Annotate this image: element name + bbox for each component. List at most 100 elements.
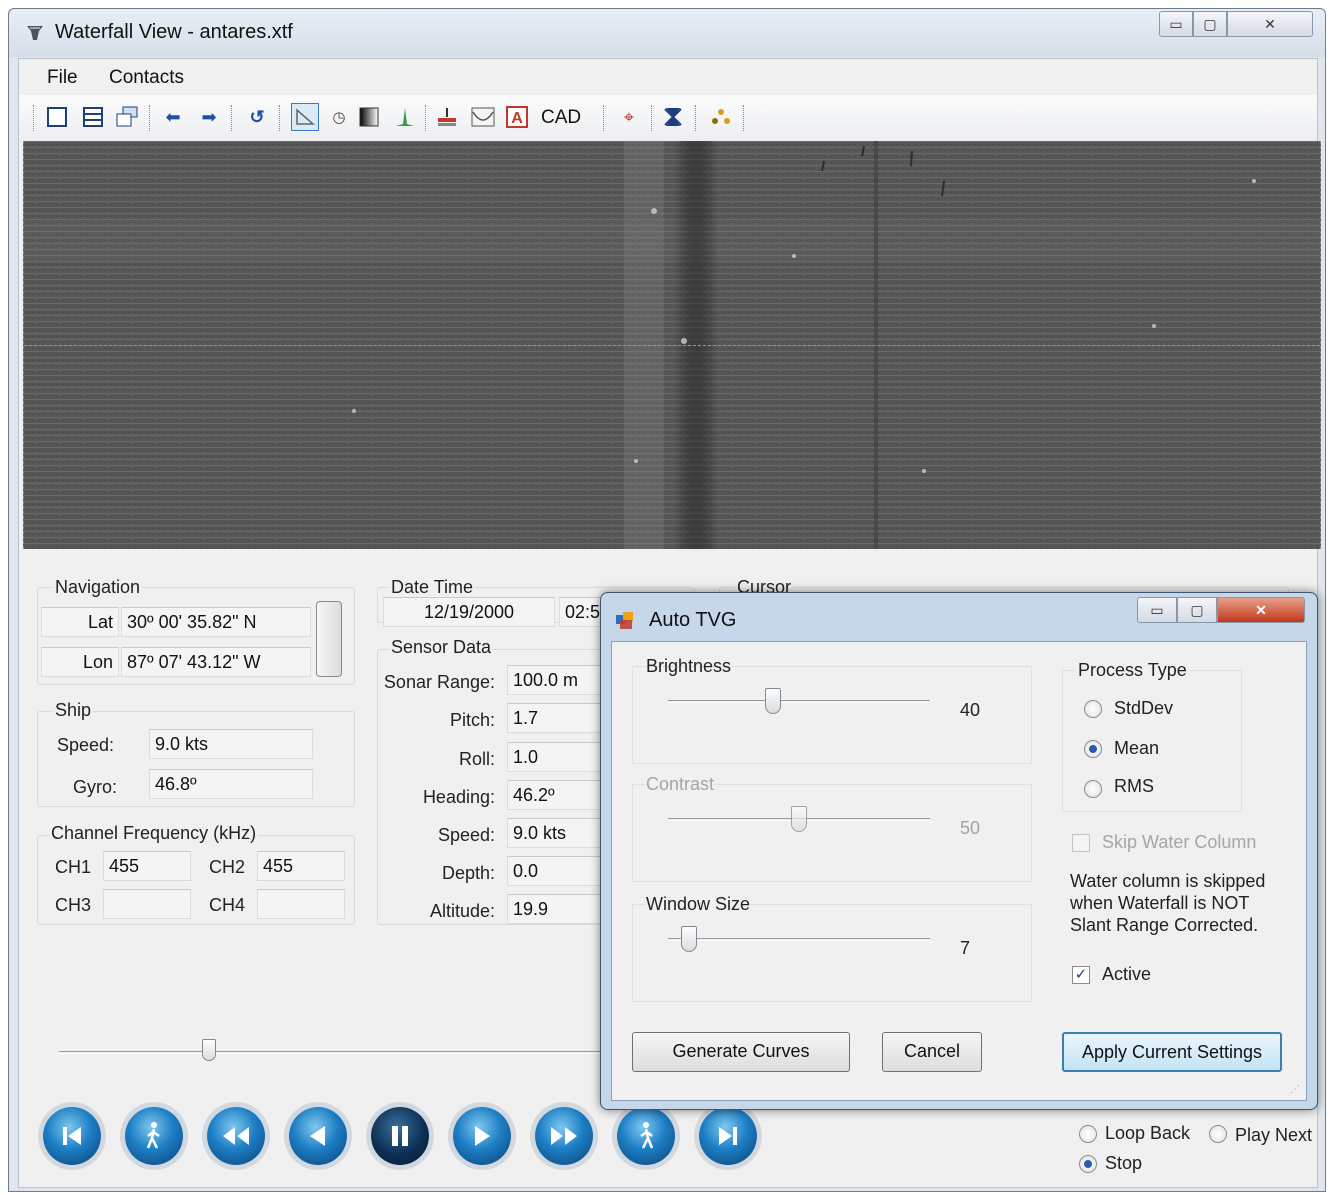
skip-water-column-label: Skip Water Column xyxy=(1102,832,1257,852)
toolbar-separator xyxy=(279,105,280,131)
dialog-close-button[interactable]: ✕ xyxy=(1217,597,1305,623)
window-size-slider-thumb[interactable] xyxy=(680,926,697,952)
brightness-label: Brightness xyxy=(646,656,732,676)
ch1-value: 455 xyxy=(103,851,191,881)
toolbar-separator xyxy=(149,105,150,131)
altitude-label: Altitude: xyxy=(429,901,495,921)
slant-range-icon[interactable] xyxy=(291,103,319,131)
tvg-curve-icon[interactable] xyxy=(469,103,497,131)
stddev-radio[interactable] xyxy=(1084,700,1102,718)
gyro-value: 46.8º xyxy=(149,769,313,799)
toolbar-separator xyxy=(603,105,604,131)
cad-button[interactable]: CAD xyxy=(541,107,581,129)
navigation-group-label: Navigation xyxy=(53,577,143,598)
refresh-icon[interactable]: ↺ xyxy=(243,103,271,131)
playback-slider-thumb[interactable] xyxy=(202,1039,217,1061)
lon-value: 87º 07' 43.12" W xyxy=(121,647,311,677)
contacts-cluster-icon[interactable] xyxy=(707,103,735,131)
first-record-button[interactable] xyxy=(43,1107,101,1165)
split-pane-icon[interactable] xyxy=(79,103,107,131)
maximize-button[interactable]: ▢ xyxy=(1193,11,1227,37)
sonar-range-label: Sonar Range: xyxy=(383,672,495,692)
title-bar[interactable]: Waterfall View - antares.xtf ▭ ▢ ✕ xyxy=(9,9,1325,57)
cascade-windows-icon[interactable] xyxy=(113,103,141,131)
back-arrow-icon[interactable]: ⬅ xyxy=(159,103,187,131)
stop-radio[interactable] xyxy=(1079,1155,1097,1173)
play-button[interactable] xyxy=(453,1107,511,1165)
close-button[interactable]: ✕ xyxy=(1227,11,1313,37)
mean-radio[interactable] xyxy=(1084,740,1102,758)
active-label: Active xyxy=(1102,964,1152,984)
target-icon[interactable]: ⌖ xyxy=(615,103,643,131)
ship-speed-label: Speed: xyxy=(57,735,115,755)
contrast-slider-thumb xyxy=(791,806,807,832)
step-back-button[interactable] xyxy=(289,1107,347,1165)
dialog-title: Auto TVG xyxy=(649,609,737,631)
depth-label: Depth: xyxy=(441,863,495,883)
window-size-value: 7 xyxy=(960,938,971,958)
play-next-label: Play Next F xyxy=(1235,1125,1317,1145)
waterfall-display[interactable] xyxy=(23,141,1321,549)
ch2-label: CH2 xyxy=(209,857,246,877)
window-size-track[interactable] xyxy=(668,938,930,941)
window-size-group xyxy=(632,904,1032,1002)
navigation-scroll-button[interactable] xyxy=(316,601,342,677)
rewind-button[interactable] xyxy=(207,1107,265,1165)
dialog-maximize-button[interactable]: ▢ xyxy=(1177,597,1217,623)
menu-file[interactable]: File xyxy=(47,67,78,89)
toolbar-separator xyxy=(743,105,744,131)
pause-button[interactable] xyxy=(371,1107,429,1165)
forward-arrow-icon[interactable]: ➡ xyxy=(195,103,223,131)
toolbar-separator xyxy=(651,105,652,131)
window-title: Waterfall View - antares.xtf xyxy=(55,21,293,43)
dialog-minimize-button[interactable]: ▭ xyxy=(1137,597,1177,623)
resize-grip-icon[interactable]: ⋰ xyxy=(1290,1084,1300,1095)
walk-back-button[interactable] xyxy=(125,1107,183,1165)
ship-group-label: Ship xyxy=(53,700,94,721)
ship-speed-value: 9.0 kts xyxy=(149,729,313,759)
ch1-label: CH1 xyxy=(55,857,92,877)
pitch-label: Pitch: xyxy=(449,710,495,730)
sensor-speed-label: Speed: xyxy=(437,825,495,845)
menu-contacts[interactable]: Contacts xyxy=(109,67,184,89)
delete-contact-icon[interactable] xyxy=(659,103,687,131)
play-next-radio[interactable] xyxy=(1209,1125,1227,1143)
lon-label: Lon xyxy=(41,647,119,677)
roll-label: Roll: xyxy=(458,749,495,769)
cancel-button[interactable]: Cancel xyxy=(882,1032,982,1072)
contrast-label: Contrast xyxy=(646,774,715,795)
toolbar-separator xyxy=(695,105,696,131)
toolbar-separator xyxy=(425,105,426,131)
toolbar-separator xyxy=(231,105,232,131)
bottom-track-icon[interactable] xyxy=(433,103,461,131)
brightness-track[interactable] xyxy=(668,700,930,703)
menu-bar: File Contacts xyxy=(19,59,1317,95)
generate-curves-button[interactable]: Generate Curves xyxy=(632,1032,850,1072)
clock-icon[interactable]: ◷ xyxy=(325,103,353,131)
rms-radio[interactable] xyxy=(1084,780,1102,798)
loop-back-label: Loop Back xyxy=(1105,1123,1191,1143)
minimize-button[interactable]: ▭ xyxy=(1159,11,1193,37)
lat-label: Lat xyxy=(41,607,119,637)
playback-slider-track[interactable] xyxy=(59,1051,619,1054)
single-pane-icon[interactable] xyxy=(43,103,71,131)
loop-back-radio[interactable] xyxy=(1079,1125,1097,1143)
histogram-icon[interactable] xyxy=(391,103,419,131)
channel-frequency-group-label: Channel Frequency (kHz) xyxy=(49,823,259,844)
active-checkbox[interactable]: ✓ xyxy=(1072,966,1090,984)
note-line: Water column is skipped xyxy=(1070,871,1266,891)
ch2-value: 455 xyxy=(257,851,345,881)
toolbar: ⬅ ➡ ↺ ◷ A CAD ⌖ xyxy=(19,95,1317,141)
fast-forward-button[interactable] xyxy=(535,1107,593,1165)
skip-water-column-checkbox xyxy=(1072,834,1090,852)
last-record-button[interactable] xyxy=(699,1107,757,1165)
auto-tvg-icon[interactable]: A xyxy=(503,103,531,131)
brightness-slider-thumb[interactable] xyxy=(764,688,781,714)
dialog-client-area: Brightness 40 Contrast 50 Window Size 7 … xyxy=(611,641,1307,1101)
toolbar-grip xyxy=(33,105,34,131)
date-time-group-label: Date Time xyxy=(389,577,476,598)
walk-forward-button[interactable] xyxy=(617,1107,675,1165)
gradient-icon[interactable] xyxy=(355,103,383,131)
apply-current-settings-button[interactable]: Apply Current Settings xyxy=(1062,1032,1282,1072)
ch3-value xyxy=(103,889,191,919)
